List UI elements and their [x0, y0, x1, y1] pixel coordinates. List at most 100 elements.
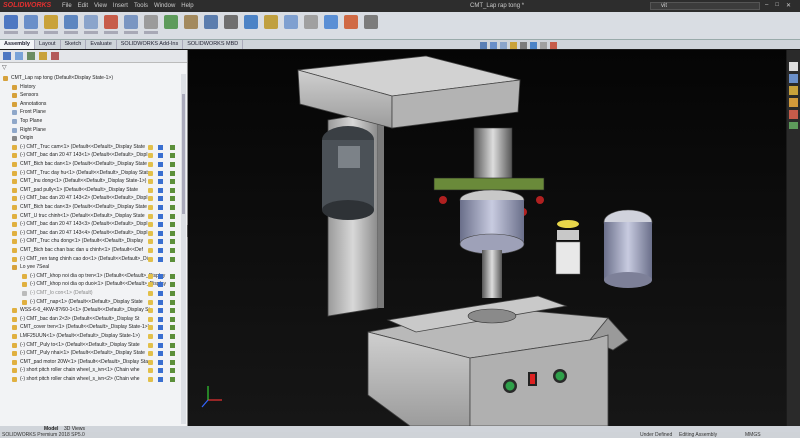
tree-item[interactable]: Sensors — [0, 91, 187, 100]
tree-item[interactable]: (-) CMT_Truc cam<1> (Default<<Default>_D… — [0, 143, 187, 152]
folder-icon — [12, 93, 17, 99]
tab-addins[interactable]: SOLIDWORKS Add-Ins — [117, 40, 184, 49]
part-icon — [12, 187, 17, 193]
component-preview-icon — [64, 15, 78, 29]
filter-icon[interactable]: ▽ — [2, 64, 7, 71]
tree-item[interactable]: CMT_pad motor 20W<1> (Default<<Default>_… — [0, 358, 187, 367]
appearance-icon — [170, 256, 175, 262]
appearance-icon — [170, 205, 175, 210]
tree-item[interactable]: CMT_Bich bac chan bac dan u chinh<1> (De… — [0, 246, 187, 255]
tree-item[interactable]: (-) short pitch roller chain wheel_s_ivn… — [0, 366, 187, 375]
assembly-icon — [3, 76, 8, 81]
menu-view[interactable]: View — [94, 3, 107, 9]
tree-item[interactable]: Front Plane — [0, 108, 187, 117]
assembly-model-view[interactable] — [188, 50, 786, 427]
menu-file[interactable]: File — [62, 3, 72, 9]
ribbon-icons[interactable] — [0, 12, 800, 39]
config-icon — [148, 359, 153, 365]
tree-item[interactable]: (-) CMT_Puly to<1> (Default<<Default>_Di… — [0, 341, 187, 350]
tab-evaluate[interactable]: Evaluate — [86, 40, 117, 49]
part-icon — [12, 316, 17, 322]
tab-sketch[interactable]: Sketch — [61, 40, 87, 49]
maximize-icon[interactable]: □ — [775, 2, 779, 9]
menu-bar: File Edit View Insert Tools Window Help — [62, 3, 194, 9]
part-icon — [22, 282, 27, 288]
menu-insert[interactable]: Insert — [113, 3, 128, 9]
graphics-viewport[interactable] — [188, 50, 786, 427]
appearance-icon — [170, 316, 175, 322]
tree-item-label: Lo yee 7Seal — [20, 264, 50, 271]
machine-head — [297, 55, 521, 129]
edit-appearance-icon — [550, 42, 557, 49]
tree-item[interactable]: (-) CMT_bac dan 20 47 143<3> (Default<<D… — [0, 220, 187, 229]
display-state-icon — [158, 239, 163, 245]
tree-item[interactable]: History — [0, 83, 187, 92]
config-icon — [148, 222, 153, 228]
search-input[interactable]: vit — [650, 2, 760, 10]
tree-item[interactable]: (-) CMT_khop noi dia op duoi<1> (Default… — [0, 280, 187, 289]
tree-item[interactable]: WSS-6-0_4KW-8?/60-1<1> (Default<<Default… — [0, 306, 187, 315]
feature-manager-panel: ▽ CMT_Lap rap tong (Default<Display Stat… — [0, 50, 188, 426]
tree-item-label: (-) CMT_nap<1> (Default<<Default>_Displa… — [30, 298, 143, 305]
appearance-icon — [170, 239, 175, 245]
tree-item[interactable]: Top Plane — [0, 117, 187, 126]
appearance-icon — [170, 299, 175, 305]
status-units[interactable]: MMGS — [745, 432, 761, 438]
app-logo: SOLIDWORKS — [3, 2, 52, 9]
menu-edit[interactable]: Edit — [78, 3, 88, 9]
tree-item[interactable]: (-) CMT_Puly nhai<1> (Default<<Default>_… — [0, 349, 187, 358]
config-icon — [148, 162, 153, 167]
config-icon — [148, 351, 153, 357]
minimize-icon[interactable]: – — [765, 2, 768, 9]
tree-item[interactable]: CMT_Inu dong<1> (Default<<Default>_Displ… — [0, 177, 187, 186]
plane-icon — [12, 119, 17, 124]
tree-item[interactable]: (-) short pitch roller chain wheel_s_ivn… — [0, 375, 187, 384]
appearance-icon — [170, 282, 175, 288]
tree-item[interactable]: (-) CMT_nap<1> (Default<<Default>_Displa… — [0, 298, 187, 307]
menu-help[interactable]: Help — [181, 3, 193, 9]
tree-item[interactable]: CMT_U truc chinh<1> (Default<<Default>_D… — [0, 212, 187, 221]
appearance-icon — [170, 162, 175, 167]
close-icon[interactable]: ✕ — [786, 2, 791, 9]
resources-icon — [789, 74, 798, 83]
tree-item-label: (-) CMT_bac dan 20 47 143<1> (Default<<D… — [20, 152, 148, 159]
status-definition: Under Defined — [640, 432, 673, 438]
display-state-icon — [158, 282, 163, 288]
tab-layout[interactable]: Layout — [35, 40, 61, 49]
config-icon — [148, 377, 153, 382]
tree-item[interactable]: (-) CMT_bac dan 20 47 143<4> (Default<<D… — [0, 229, 187, 238]
appearance-icon — [170, 351, 175, 357]
scrollbar-thumb[interactable] — [182, 94, 185, 214]
tree-item[interactable]: Annotations — [0, 100, 187, 109]
tree-item[interactable]: CMT_Bich bac dan<1> (Default<<Default>_D… — [0, 160, 187, 169]
tree-item[interactable]: CMT_pad pully<1> (Default<<Default>_Disp… — [0, 186, 187, 195]
display-state-icon — [158, 144, 163, 150]
tree-item[interactable]: Lo yee 7Seal — [0, 263, 187, 272]
tree-item[interactable]: LMF25UUN<1> (Default<<Default>_Display S… — [0, 332, 187, 341]
tree-scrollbar[interactable] — [181, 74, 186, 424]
tree-item-label: Front Plane — [20, 109, 46, 116]
part-gray-icon — [22, 291, 27, 296]
tree-item[interactable]: (-) CMT_khop noi dia op tren<1> (Default… — [0, 272, 187, 281]
tree-item[interactable]: CMT_Bich bac dan<3> (Default<<Default>_D… — [0, 203, 187, 212]
tree-item[interactable]: (-) CMT_lo con<1> (Default) — [0, 289, 187, 298]
tree-item[interactable]: (-) CMT_ren tang chinh cao do<1> (Defaul… — [0, 255, 187, 264]
tree-item[interactable]: CMT_cover tren<1> (Default<<Default>_Dis… — [0, 323, 187, 332]
menu-tools[interactable]: Tools — [134, 3, 148, 9]
tree-root[interactable]: CMT_Lap rap tong (Default<Display State-… — [0, 74, 187, 83]
menu-window[interactable]: Window — [154, 3, 175, 9]
tree-item-label: (-) CMT_Truc chu dong<1> (Default<<Defau… — [20, 238, 144, 245]
tree-item[interactable]: (-) CMT_bac dan 20 47 143<2> (Default<<D… — [0, 194, 187, 203]
tree-item[interactable]: (-) CMT_Truc chu dong<1> (Default<<Defau… — [0, 237, 187, 246]
display-state-icon — [158, 359, 163, 365]
appearance-icon — [170, 325, 175, 331]
tree-item[interactable]: (-) CMT_bac dan 20 47 143<1> (Default<<D… — [0, 151, 187, 160]
tab-mbd[interactable]: SOLIDWORKS MBD — [183, 40, 244, 49]
config-icon — [148, 179, 153, 185]
tree-item[interactable]: Origin — [0, 134, 187, 143]
tree-item[interactable]: (-) CMT_Truc day hu<1> (Default<<Default… — [0, 169, 187, 178]
tree-item[interactable]: Right Plane — [0, 126, 187, 135]
config-icon — [148, 308, 153, 314]
tree-item[interactable]: (-) CMT_bac dan 2<3> (Default<<Default>_… — [0, 315, 187, 324]
tab-assembly[interactable]: Assembly — [0, 40, 35, 49]
